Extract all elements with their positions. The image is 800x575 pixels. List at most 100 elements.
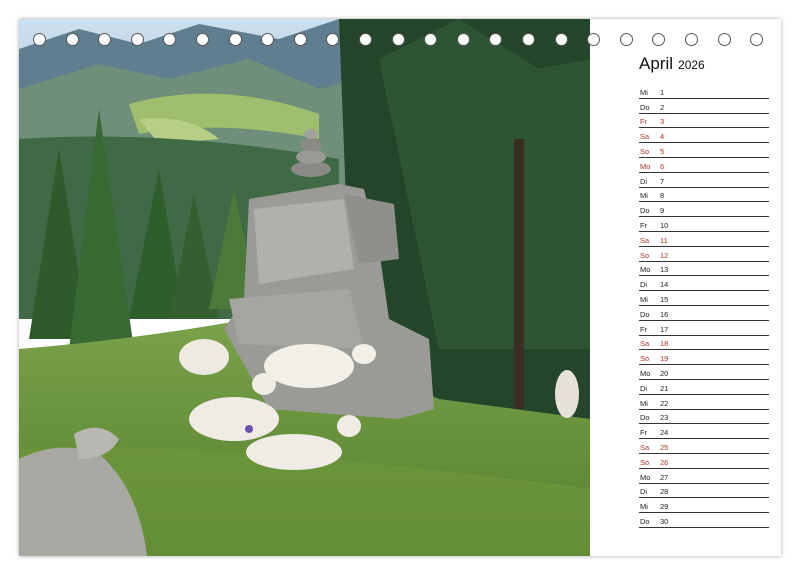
day-row: Sa 18 xyxy=(639,336,769,351)
weekday-label: So xyxy=(640,250,650,260)
month-label: April xyxy=(639,54,674,73)
day-number: 25 xyxy=(660,442,669,452)
calendar-header: April 2026 xyxy=(639,54,769,80)
binding-ring xyxy=(554,33,568,46)
binding-ring xyxy=(196,33,209,46)
day-number: 19 xyxy=(660,354,669,364)
binding-ring xyxy=(424,33,438,46)
goats-mountain-photo xyxy=(19,19,590,556)
day-number: 12 xyxy=(660,250,669,260)
day-number: 21 xyxy=(660,383,669,393)
day-number: 1 xyxy=(660,87,665,97)
day-number: 8 xyxy=(660,191,665,201)
binding-ring xyxy=(587,33,601,46)
binding-ring xyxy=(293,33,307,46)
day-number: 14 xyxy=(660,280,669,290)
weekday-label: So xyxy=(640,146,650,156)
day-row: Di 28 xyxy=(639,484,769,499)
day-row: Mo 13 xyxy=(639,262,769,277)
binding-ring xyxy=(163,33,177,46)
day-number: 26 xyxy=(660,457,669,467)
binding-ring xyxy=(685,33,698,46)
binding-ring xyxy=(326,33,340,46)
binding-ring xyxy=(717,33,731,46)
day-row: So 26 xyxy=(639,454,769,469)
day-row: Mi 29 xyxy=(639,498,769,514)
day-number: 10 xyxy=(660,220,669,230)
weekday-label: Mo xyxy=(640,368,651,378)
day-number: 5 xyxy=(660,146,665,156)
binding-ring xyxy=(750,33,764,46)
binding-ring xyxy=(391,33,405,46)
binding-ring xyxy=(522,33,535,46)
binding-ring xyxy=(456,33,470,46)
day-row: Do 16 xyxy=(639,306,769,321)
day-row: Sa 11 xyxy=(639,232,769,247)
day-number: 15 xyxy=(660,294,669,304)
day-number: 6 xyxy=(660,161,665,171)
weekday-label: Do xyxy=(640,309,650,319)
day-row: Mo 27 xyxy=(639,469,769,484)
weekday-label: Mi xyxy=(640,294,648,304)
weekday-label: Di xyxy=(640,176,648,186)
day-row: Do 30 xyxy=(639,513,769,528)
binding-ring xyxy=(489,33,503,46)
weekday-label: Fr xyxy=(640,117,648,127)
day-number: 7 xyxy=(660,176,665,186)
day-row: Mi 15 xyxy=(639,291,769,306)
day-number: 3 xyxy=(660,117,665,127)
day-row: Sa 25 xyxy=(639,439,769,454)
day-number: 27 xyxy=(660,472,669,482)
weekday-label: Mo xyxy=(640,472,651,482)
day-row: Do 9 xyxy=(639,202,769,218)
binding-ring xyxy=(130,33,144,46)
binding-ring xyxy=(65,33,79,46)
day-number: 17 xyxy=(660,324,669,334)
calendar-grid: April 2026 Mi 1 Do 2 Fr 3 Sa 4 So 5 Mo 6 Di 7 Mi 8 Do 9 Fr… xyxy=(639,54,769,528)
weekday-label: Do xyxy=(640,413,650,423)
year-label: 2026 xyxy=(678,58,705,72)
binding-ring xyxy=(261,33,275,46)
day-list: Mi 1 Do 2 Fr 3 Sa 4 So 5 Mo 6 Di 7 Mi 8 Do 9 Fr 10 Sa 11 So 12 M… xyxy=(639,84,769,528)
calendar-page: April 2026 Mi 1 Do 2 Fr 3 Sa 4 So 5 Mo 6 Di 7 Mi 8 Do 9 Fr… xyxy=(19,19,781,556)
day-row: Fr 3 xyxy=(639,114,769,129)
day-row: So 12 xyxy=(639,247,769,262)
weekday-label: Sa xyxy=(640,235,650,245)
weekday-label: Do xyxy=(640,102,650,112)
weekday-label: Fr xyxy=(640,428,648,438)
day-number: 22 xyxy=(660,398,669,408)
weekday-label: Mi xyxy=(640,191,648,201)
day-row: Fr 10 xyxy=(639,217,769,232)
day-row: Di 21 xyxy=(639,380,769,395)
weekday-label: Mo xyxy=(640,265,651,275)
day-row: So 5 xyxy=(639,143,769,158)
weekday-label: Do xyxy=(640,516,650,526)
weekday-label: Sa xyxy=(640,339,650,349)
binding-ring xyxy=(619,33,633,46)
binding-ring xyxy=(228,33,242,46)
day-number: 2 xyxy=(660,102,665,112)
binding-ring xyxy=(359,33,372,46)
day-row: Do 2 xyxy=(639,99,769,114)
day-row: So 19 xyxy=(639,350,769,366)
weekday-label: Mi xyxy=(640,87,648,97)
weekday-label: Mi xyxy=(640,502,648,512)
day-row: Mi 8 xyxy=(639,188,769,203)
day-number: 30 xyxy=(660,516,669,526)
day-row: Sa 4 xyxy=(639,128,769,144)
day-row: Di 7 xyxy=(639,173,769,188)
weekday-label: Fr xyxy=(640,324,648,334)
weekday-label: Sa xyxy=(640,442,650,452)
weekday-label: Fr xyxy=(640,220,648,230)
day-number: 18 xyxy=(660,339,669,349)
day-row: Do 23 xyxy=(639,410,769,425)
day-row: Mo 20 xyxy=(639,365,769,380)
day-row: Di 14 xyxy=(639,276,769,292)
day-row: Fr 24 xyxy=(639,424,769,440)
binding-ring xyxy=(98,33,112,46)
binding-ring xyxy=(652,33,666,46)
day-number: 28 xyxy=(660,487,669,497)
day-number: 11 xyxy=(660,235,668,245)
binding-ring xyxy=(33,33,46,46)
day-row: Mo 6 xyxy=(639,158,769,173)
